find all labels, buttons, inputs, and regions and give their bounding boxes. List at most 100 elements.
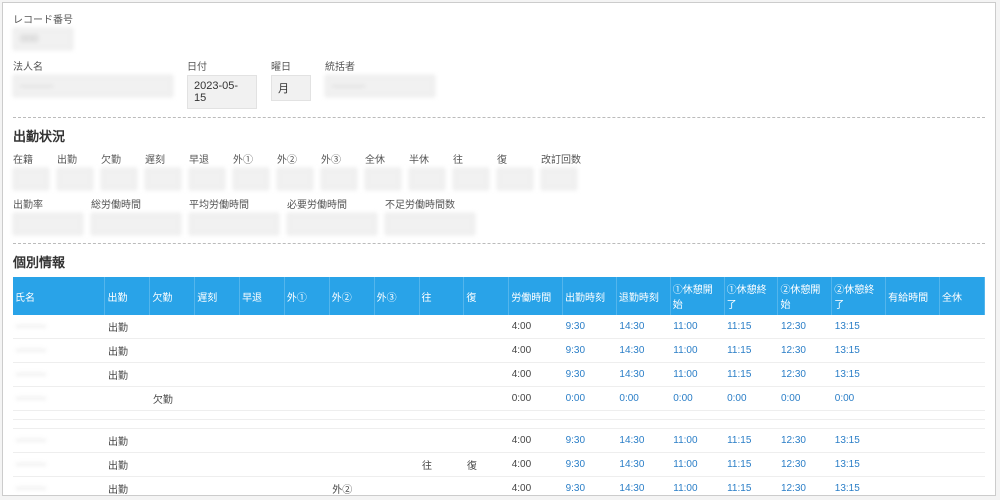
cell-late (195, 453, 240, 477)
stat-label: 平均労働時間 (189, 196, 279, 211)
cell-absent (150, 315, 195, 339)
column-header[interactable]: 労働時間 (509, 277, 563, 315)
column-header[interactable]: ②休憩終了 (832, 277, 886, 315)
cell-g1 (284, 420, 329, 429)
cell-b1e[interactable]: 11:15 (724, 315, 778, 339)
cell-in[interactable]: 9:30 (563, 453, 617, 477)
column-header[interactable]: ①休憩開始 (670, 277, 724, 315)
cell-paid (886, 477, 940, 497)
cell-out[interactable]: 14:30 (616, 315, 670, 339)
cell-b2e[interactable]: 13:15 (832, 429, 886, 453)
stat-label: 往 (453, 151, 489, 166)
cell-g2 (329, 411, 374, 420)
cell-work: 4:00 (509, 453, 563, 477)
cell-name (13, 420, 105, 429)
cell-out[interactable]: 14:30 (616, 477, 670, 497)
column-header[interactable]: 全休 (939, 277, 984, 315)
cell-absent (150, 363, 195, 387)
column-header[interactable]: 氏名 (13, 277, 105, 315)
cell-in[interactable]: 9:30 (563, 315, 617, 339)
table-row: ———出勤4:009:3014:3011:0011:1512:3013:15 (13, 363, 985, 387)
cell-back (464, 420, 509, 429)
cell-b2e[interactable]: 0:00 (832, 387, 886, 411)
cell-late (195, 420, 240, 429)
cell-b2s[interactable]: 12:30 (778, 477, 832, 497)
cell-out[interactable]: 14:30 (616, 429, 670, 453)
column-header[interactable]: 外② (329, 277, 374, 315)
cell-b1e[interactable]: 0:00 (724, 387, 778, 411)
cell-b2e[interactable]: 13:15 (832, 315, 886, 339)
cell-b1s[interactable]: 11:00 (670, 429, 724, 453)
stat-value (287, 213, 377, 235)
cell-absent (150, 420, 195, 429)
cell-out[interactable]: 14:30 (616, 363, 670, 387)
cell-out[interactable]: 0:00 (616, 387, 670, 411)
cell-b2e[interactable]: 13:15 (832, 339, 886, 363)
cell-b1s[interactable]: 11:00 (670, 363, 724, 387)
table-row (13, 411, 985, 420)
table-row: ———出勤4:009:3014:3011:0011:1512:3013:15 (13, 429, 985, 453)
cell-b1s[interactable]: 11:00 (670, 477, 724, 497)
cell-back (464, 339, 509, 363)
column-header[interactable]: 復 (464, 277, 509, 315)
cell-b2s[interactable]: 12:30 (778, 339, 832, 363)
cell-b1s[interactable]: 11:00 (670, 315, 724, 339)
cell-b1e[interactable]: 11:15 (724, 339, 778, 363)
cell-attend: 出勤 (105, 429, 150, 453)
cell-attend: 出勤 (105, 363, 150, 387)
column-header[interactable]: 有給時間 (886, 277, 940, 315)
cell-b1s (670, 420, 724, 429)
header-row: 法人名 ——— 日付 2023-05-15 曜日 月 統括者 ——— (13, 58, 985, 109)
cell-b2s[interactable]: 0:00 (778, 387, 832, 411)
cell-in[interactable]: 0:00 (563, 387, 617, 411)
cell-b1s[interactable]: 11:00 (670, 339, 724, 363)
cell-b1e[interactable]: 11:15 (724, 363, 778, 387)
column-header[interactable]: ②休憩開始 (778, 277, 832, 315)
cell-b2s[interactable]: 12:30 (778, 315, 832, 339)
stat-label: 外③ (321, 151, 357, 166)
cell-full (939, 453, 984, 477)
detail-table-header-row: 氏名出勤欠勤遅刻早退外①外②外③往復労働時間出勤時刻退勤時刻①休憩開始①休憩終了… (13, 277, 985, 315)
column-header[interactable]: 欠勤 (150, 277, 195, 315)
cell-g1 (284, 429, 329, 453)
cell-b1e[interactable]: 11:15 (724, 453, 778, 477)
cell-in[interactable]: 9:30 (563, 339, 617, 363)
cell-b2e[interactable]: 13:15 (832, 453, 886, 477)
cell-b2e[interactable]: 13:15 (832, 477, 886, 497)
cell-b1e[interactable]: 11:15 (724, 477, 778, 497)
table-row: ———出勤往復4:009:3014:3011:0011:1512:3013:15 (13, 453, 985, 477)
cell-in[interactable]: 9:30 (563, 429, 617, 453)
column-header[interactable]: 出勤 (105, 277, 150, 315)
column-header[interactable]: 早退 (240, 277, 285, 315)
cell-b1s[interactable]: 0:00 (670, 387, 724, 411)
stat-field: 往 (453, 151, 489, 190)
column-header[interactable]: 外① (284, 277, 329, 315)
column-header[interactable]: 往 (419, 277, 464, 315)
column-header[interactable]: 出勤時刻 (563, 277, 617, 315)
cell-go (419, 387, 464, 411)
cell-in[interactable]: 9:30 (563, 477, 617, 497)
cell-b2s[interactable]: 12:30 (778, 453, 832, 477)
cell-b1e[interactable]: 11:15 (724, 429, 778, 453)
cell-full (939, 420, 984, 429)
detail-title: 個別情報 (13, 252, 985, 271)
detail-table-body: ———出勤4:009:3014:3011:0011:1512:3013:15——… (13, 315, 985, 496)
column-header[interactable]: 遅刻 (195, 277, 240, 315)
cell-b1s[interactable]: 11:00 (670, 453, 724, 477)
cell-out[interactable]: 14:30 (616, 339, 670, 363)
column-header[interactable]: 外③ (374, 277, 419, 315)
cell-b2e[interactable]: 13:15 (832, 363, 886, 387)
cell-in[interactable]: 9:30 (563, 363, 617, 387)
stat-field: 総労働時間 (91, 196, 181, 235)
cell-out[interactable]: 14:30 (616, 453, 670, 477)
cell-back: 復 (464, 453, 509, 477)
cell-b2s[interactable]: 12:30 (778, 363, 832, 387)
cell-b2s[interactable]: 12:30 (778, 429, 832, 453)
date-field: 日付 2023-05-15 (187, 58, 257, 109)
cell-b2e (832, 420, 886, 429)
column-header[interactable]: 退勤時刻 (616, 277, 670, 315)
stat-value (541, 168, 577, 190)
column-header[interactable]: ①休憩終了 (724, 277, 778, 315)
cell-paid (886, 339, 940, 363)
stat-label: 早退 (189, 151, 225, 166)
